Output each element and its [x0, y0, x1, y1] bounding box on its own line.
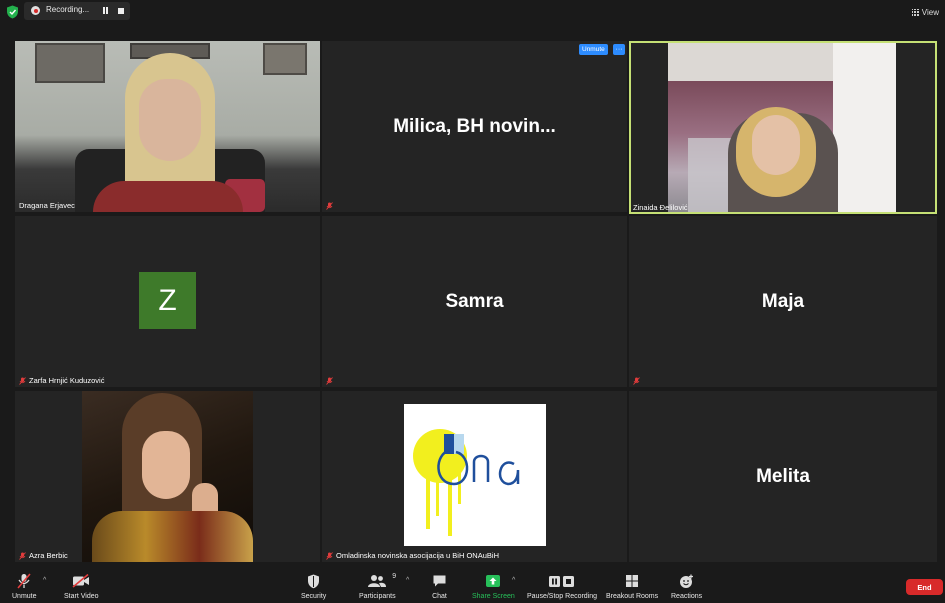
- recording-indicator: Recording...: [24, 2, 130, 20]
- participant-name: Dragana Erjavec: [19, 201, 75, 210]
- video-tile-milica[interactable]: Milica, BH novin... Unmute ···: [322, 41, 627, 212]
- participant-name: [326, 377, 333, 385]
- chat-bubble-icon: [433, 575, 446, 587]
- grid-view-icon: [911, 8, 919, 16]
- unmute-button[interactable]: Unmute: [12, 573, 37, 600]
- more-options-button[interactable]: ···: [613, 44, 625, 55]
- muted-mic-icon: [326, 202, 333, 210]
- participants-label: Participants: [359, 593, 396, 600]
- participant-name: [326, 202, 333, 210]
- ona-logo: [404, 404, 546, 546]
- video-tile-zarfa[interactable]: Z Zarfa Hrnjić Kuduzović: [15, 216, 320, 387]
- meeting-top-bar: Recording... View: [0, 0, 945, 24]
- unmute-label: Unmute: [12, 593, 37, 600]
- view-label: View: [921, 7, 939, 17]
- security-label: Security: [301, 593, 327, 600]
- participant-name: Zarfa Hrnjić Kuduzović: [19, 376, 104, 385]
- participants-icon: [368, 575, 387, 587]
- audio-options-caret[interactable]: ^: [43, 577, 46, 584]
- start-video-label: Start Video: [64, 593, 99, 600]
- start-video-button[interactable]: Start Video: [64, 573, 99, 600]
- participant-video: [82, 391, 253, 562]
- pause-stop-recording-label: Pause/Stop Recording: [527, 593, 598, 600]
- participants-count: 9: [392, 573, 397, 580]
- share-screen-label: Share Screen: [472, 593, 515, 600]
- video-tile-maja[interactable]: Maja: [629, 216, 937, 387]
- muted-mic-icon: [326, 551, 333, 560]
- participant-display-name: Milica, BH novin...: [393, 115, 556, 137]
- participant-name: Azra Berbic: [19, 551, 68, 560]
- video-off-icon: [72, 574, 90, 588]
- video-tile-azra[interactable]: Azra Berbic: [15, 391, 320, 562]
- video-tile-dragana[interactable]: Dragana Erjavec: [15, 41, 320, 212]
- ona-logo-graphic: [413, 429, 520, 536]
- participant-name: Omladinska novinska asocijacija u BiH ON…: [326, 551, 499, 560]
- pause-stop-recording-button[interactable]: Pause/Stop Recording: [527, 573, 597, 600]
- recording-label: Recording...: [46, 5, 90, 14]
- muted-mic-icon: [19, 551, 26, 560]
- participant-display-name: Melita: [756, 465, 810, 487]
- unmute-participant-button[interactable]: Unmute: [579, 44, 608, 55]
- muted-mic-icon: [326, 377, 333, 385]
- shield-check-icon[interactable]: [6, 5, 19, 19]
- shield-icon: [308, 574, 320, 588]
- security-button[interactable]: Security: [301, 573, 326, 600]
- meeting-controls-toolbar: Unmute ^ Start Video Security 9 Particip…: [0, 565, 945, 603]
- muted-mic-icon: [19, 376, 26, 385]
- muted-microphone-icon: [17, 573, 31, 589]
- participant-display-name: Maja: [761, 290, 805, 312]
- share-options-caret[interactable]: ^: [512, 577, 515, 584]
- video-tile-zinaida[interactable]: Zinaida Đelilović: [629, 41, 937, 214]
- video-tile-samra[interactable]: Samra: [322, 216, 627, 387]
- breakout-rooms-button[interactable]: Breakout Rooms: [606, 573, 658, 600]
- reactions-button[interactable]: Reactions: [671, 573, 702, 600]
- share-screen-button[interactable]: Share Screen: [472, 573, 515, 600]
- participant-video: [668, 43, 896, 212]
- participants-button[interactable]: 9 Participants: [359, 573, 396, 600]
- end-meeting-button[interactable]: End: [906, 579, 943, 595]
- participant-name: [633, 377, 640, 385]
- record-icon: [31, 6, 40, 15]
- reactions-smiley-icon: [680, 574, 694, 588]
- muted-mic-icon: [633, 377, 640, 385]
- reactions-label: Reactions: [671, 593, 703, 600]
- participants-options-caret[interactable]: ^: [406, 577, 409, 584]
- participant-video: [15, 41, 320, 212]
- participant-display-name: Samra: [445, 290, 504, 312]
- video-tile-onaubih[interactable]: Omladinska novinska asocijacija u BiH ON…: [322, 391, 627, 562]
- pause-recording-icon[interactable]: [102, 7, 110, 15]
- avatar: Z: [139, 272, 196, 329]
- stop-recording-icon[interactable]: [118, 8, 124, 14]
- breakout-rooms-icon: [626, 575, 639, 587]
- pause-stop-icon: [549, 575, 575, 587]
- participant-name: Zinaida Đelilović: [633, 203, 688, 212]
- view-button[interactable]: View: [911, 5, 939, 19]
- breakout-rooms-label: Breakout Rooms: [606, 593, 659, 600]
- share-screen-icon: [486, 575, 501, 587]
- video-tile-melita[interactable]: Melita: [629, 391, 937, 562]
- chat-label: Chat: [432, 593, 447, 600]
- chat-button[interactable]: Chat: [432, 573, 447, 600]
